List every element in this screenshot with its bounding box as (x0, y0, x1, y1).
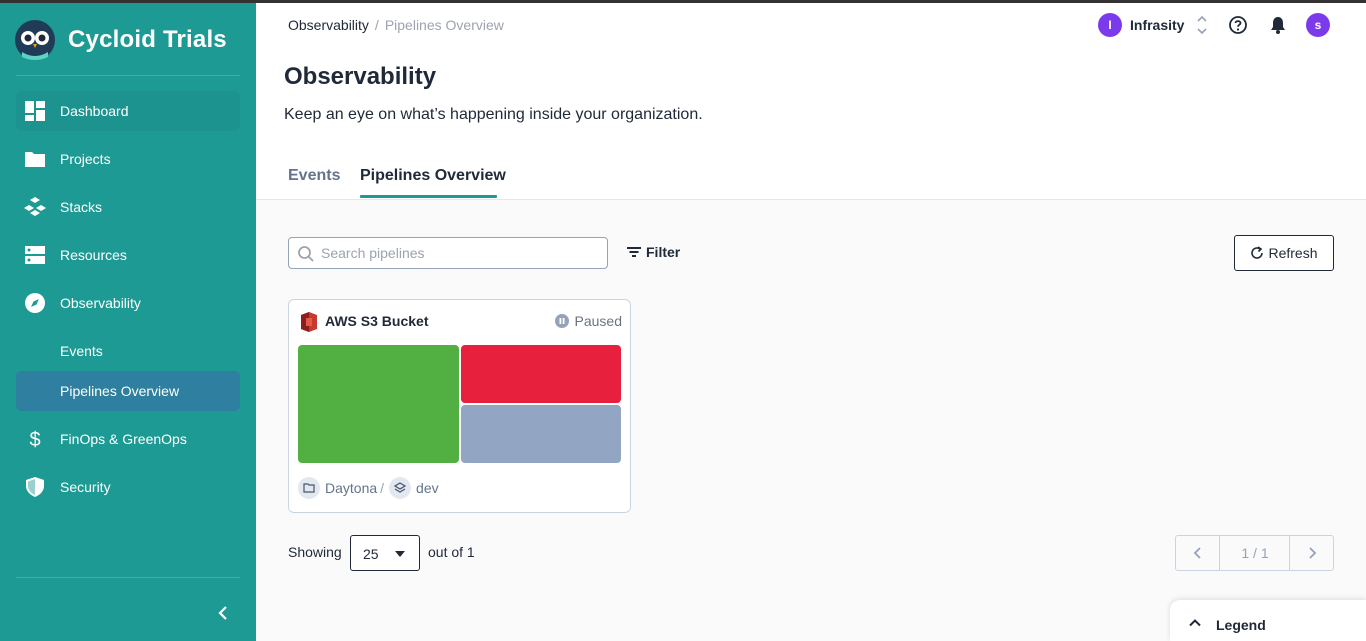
sidebar-item-projects[interactable]: Projects (16, 139, 240, 179)
location-separator: / (380, 480, 385, 496)
filter-button[interactable]: Filter (626, 244, 680, 260)
brand-name: Cycloid Trials (68, 26, 227, 53)
breadcrumb-current: Pipelines Overview (384, 17, 504, 33)
sidebar-item-label: Dashboard (60, 103, 129, 119)
pagination: 1 / 1 (1175, 535, 1334, 571)
sidebar-item-dashboard[interactable]: Dashboard (16, 91, 240, 131)
pipeline-location: Daytona / dev (298, 477, 439, 499)
chevron-right-icon (1308, 547, 1316, 559)
brand[interactable]: Cycloid Trials (14, 19, 227, 61)
org-badge: I (1098, 13, 1122, 37)
refresh-label: Refresh (1268, 245, 1318, 261)
sidebar-item-label: Resources (60, 247, 127, 263)
environment-link[interactable]: dev (416, 480, 439, 496)
sidebar-item-pipelines-overview[interactable]: Pipelines Overview (16, 371, 240, 411)
page-title: Observability (284, 63, 437, 90)
org-name: Infrasity (1130, 17, 1185, 33)
chevron-up-icon (1189, 619, 1201, 627)
per-page-value: 25 (363, 546, 379, 562)
chevron-left-icon (1193, 547, 1201, 559)
caret-down-icon (395, 551, 405, 557)
pipeline-job-block[interactable] (461, 405, 621, 463)
next-page-button[interactable] (1289, 536, 1333, 570)
out-of-label: out of 1 (428, 544, 475, 560)
showing-label: Showing (288, 544, 342, 560)
sidebar-item-label: Observability (60, 295, 141, 311)
shield-icon (26, 477, 44, 497)
window-top-border (0, 0, 1366, 3)
pipeline-name: AWS S3 Bucket (325, 313, 429, 329)
per-page-select[interactable]: 25 (350, 535, 420, 571)
collapse-sidebar-chevron-icon[interactable] (214, 603, 234, 623)
legend-toggle[interactable]: Legend (1170, 600, 1366, 641)
user-avatar[interactable]: s (1306, 13, 1330, 37)
tab-events[interactable]: Events (288, 167, 340, 185)
refresh-button[interactable]: Refresh (1234, 235, 1334, 271)
sidebar-item-label: Pipelines Overview (60, 383, 180, 399)
project-icon (298, 477, 320, 499)
status-badge: Paused (554, 313, 622, 329)
search-icon (298, 246, 314, 262)
tab-pipelines-overview[interactable]: Pipelines Overview (360, 167, 506, 185)
page-indicator: 1 / 1 (1241, 545, 1269, 561)
project-link[interactable]: Daytona (325, 480, 377, 496)
sidebar-item-label: Security (60, 479, 111, 495)
breadcrumb: Observability / Pipelines Overview (288, 17, 504, 33)
sidebar-item-resources[interactable]: Resources (16, 235, 240, 275)
dollar-icon: $ (29, 429, 40, 450)
sidebar-item-label: Projects (60, 151, 111, 167)
server-icon (25, 246, 45, 264)
sidebar: Cycloid Trials Dashboard Projects Stacks… (0, 3, 256, 641)
sidebar-item-security[interactable]: Security (16, 467, 240, 507)
dashboard-icon (25, 101, 45, 121)
svg-text:$: $ (29, 429, 40, 450)
legend-label: Legend (1216, 617, 1266, 633)
chevron-up-down-icon (1197, 15, 1208, 35)
sidebar-item-finops[interactable]: $ FinOps & GreenOps (16, 419, 240, 459)
folder-icon (25, 152, 45, 167)
sidebar-item-events[interactable]: Events (16, 331, 240, 371)
bell-icon[interactable] (1268, 15, 1288, 35)
page-subtitle: Keep an eye on what’s happening inside y… (284, 106, 703, 123)
help-icon[interactable] (1228, 15, 1248, 35)
compass-icon (25, 293, 45, 313)
pause-icon (554, 314, 569, 328)
sidebar-item-label: FinOps & GreenOps (60, 431, 187, 447)
owl-logo-icon (15, 20, 55, 60)
search-input[interactable] (321, 238, 601, 268)
status-label: Paused (574, 313, 622, 329)
breadcrumb-separator: / (374, 17, 379, 33)
org-switcher[interactable]: I Infrasity (1098, 13, 1208, 37)
environment-icon (389, 477, 412, 499)
refresh-icon (1251, 246, 1264, 259)
aws-s3-icon (301, 312, 317, 332)
sidebar-item-label: Events (60, 343, 103, 359)
pipeline-job-block[interactable] (298, 345, 459, 463)
pipeline-card[interactable]: AWS S3 Bucket Paused Daytona / dev (288, 299, 631, 513)
stacks-icon (24, 197, 46, 216)
sidebar-item-label: Stacks (60, 199, 103, 215)
sidebar-item-stacks[interactable]: Stacks (16, 187, 240, 227)
filter-icon (627, 247, 641, 257)
sidebar-divider (16, 75, 240, 76)
sidebar-item-observability[interactable]: Observability (16, 283, 240, 323)
page-header: Observability / Pipelines Overview I Inf… (256, 3, 1366, 200)
pipeline-job-block[interactable] (461, 345, 621, 403)
prev-page-button[interactable] (1176, 536, 1220, 570)
breadcrumb-root-link[interactable]: Observability (288, 17, 369, 33)
active-tab-indicator (360, 195, 497, 198)
sidebar-divider (16, 577, 240, 578)
search-box (288, 237, 608, 269)
filter-label: Filter (646, 244, 681, 260)
